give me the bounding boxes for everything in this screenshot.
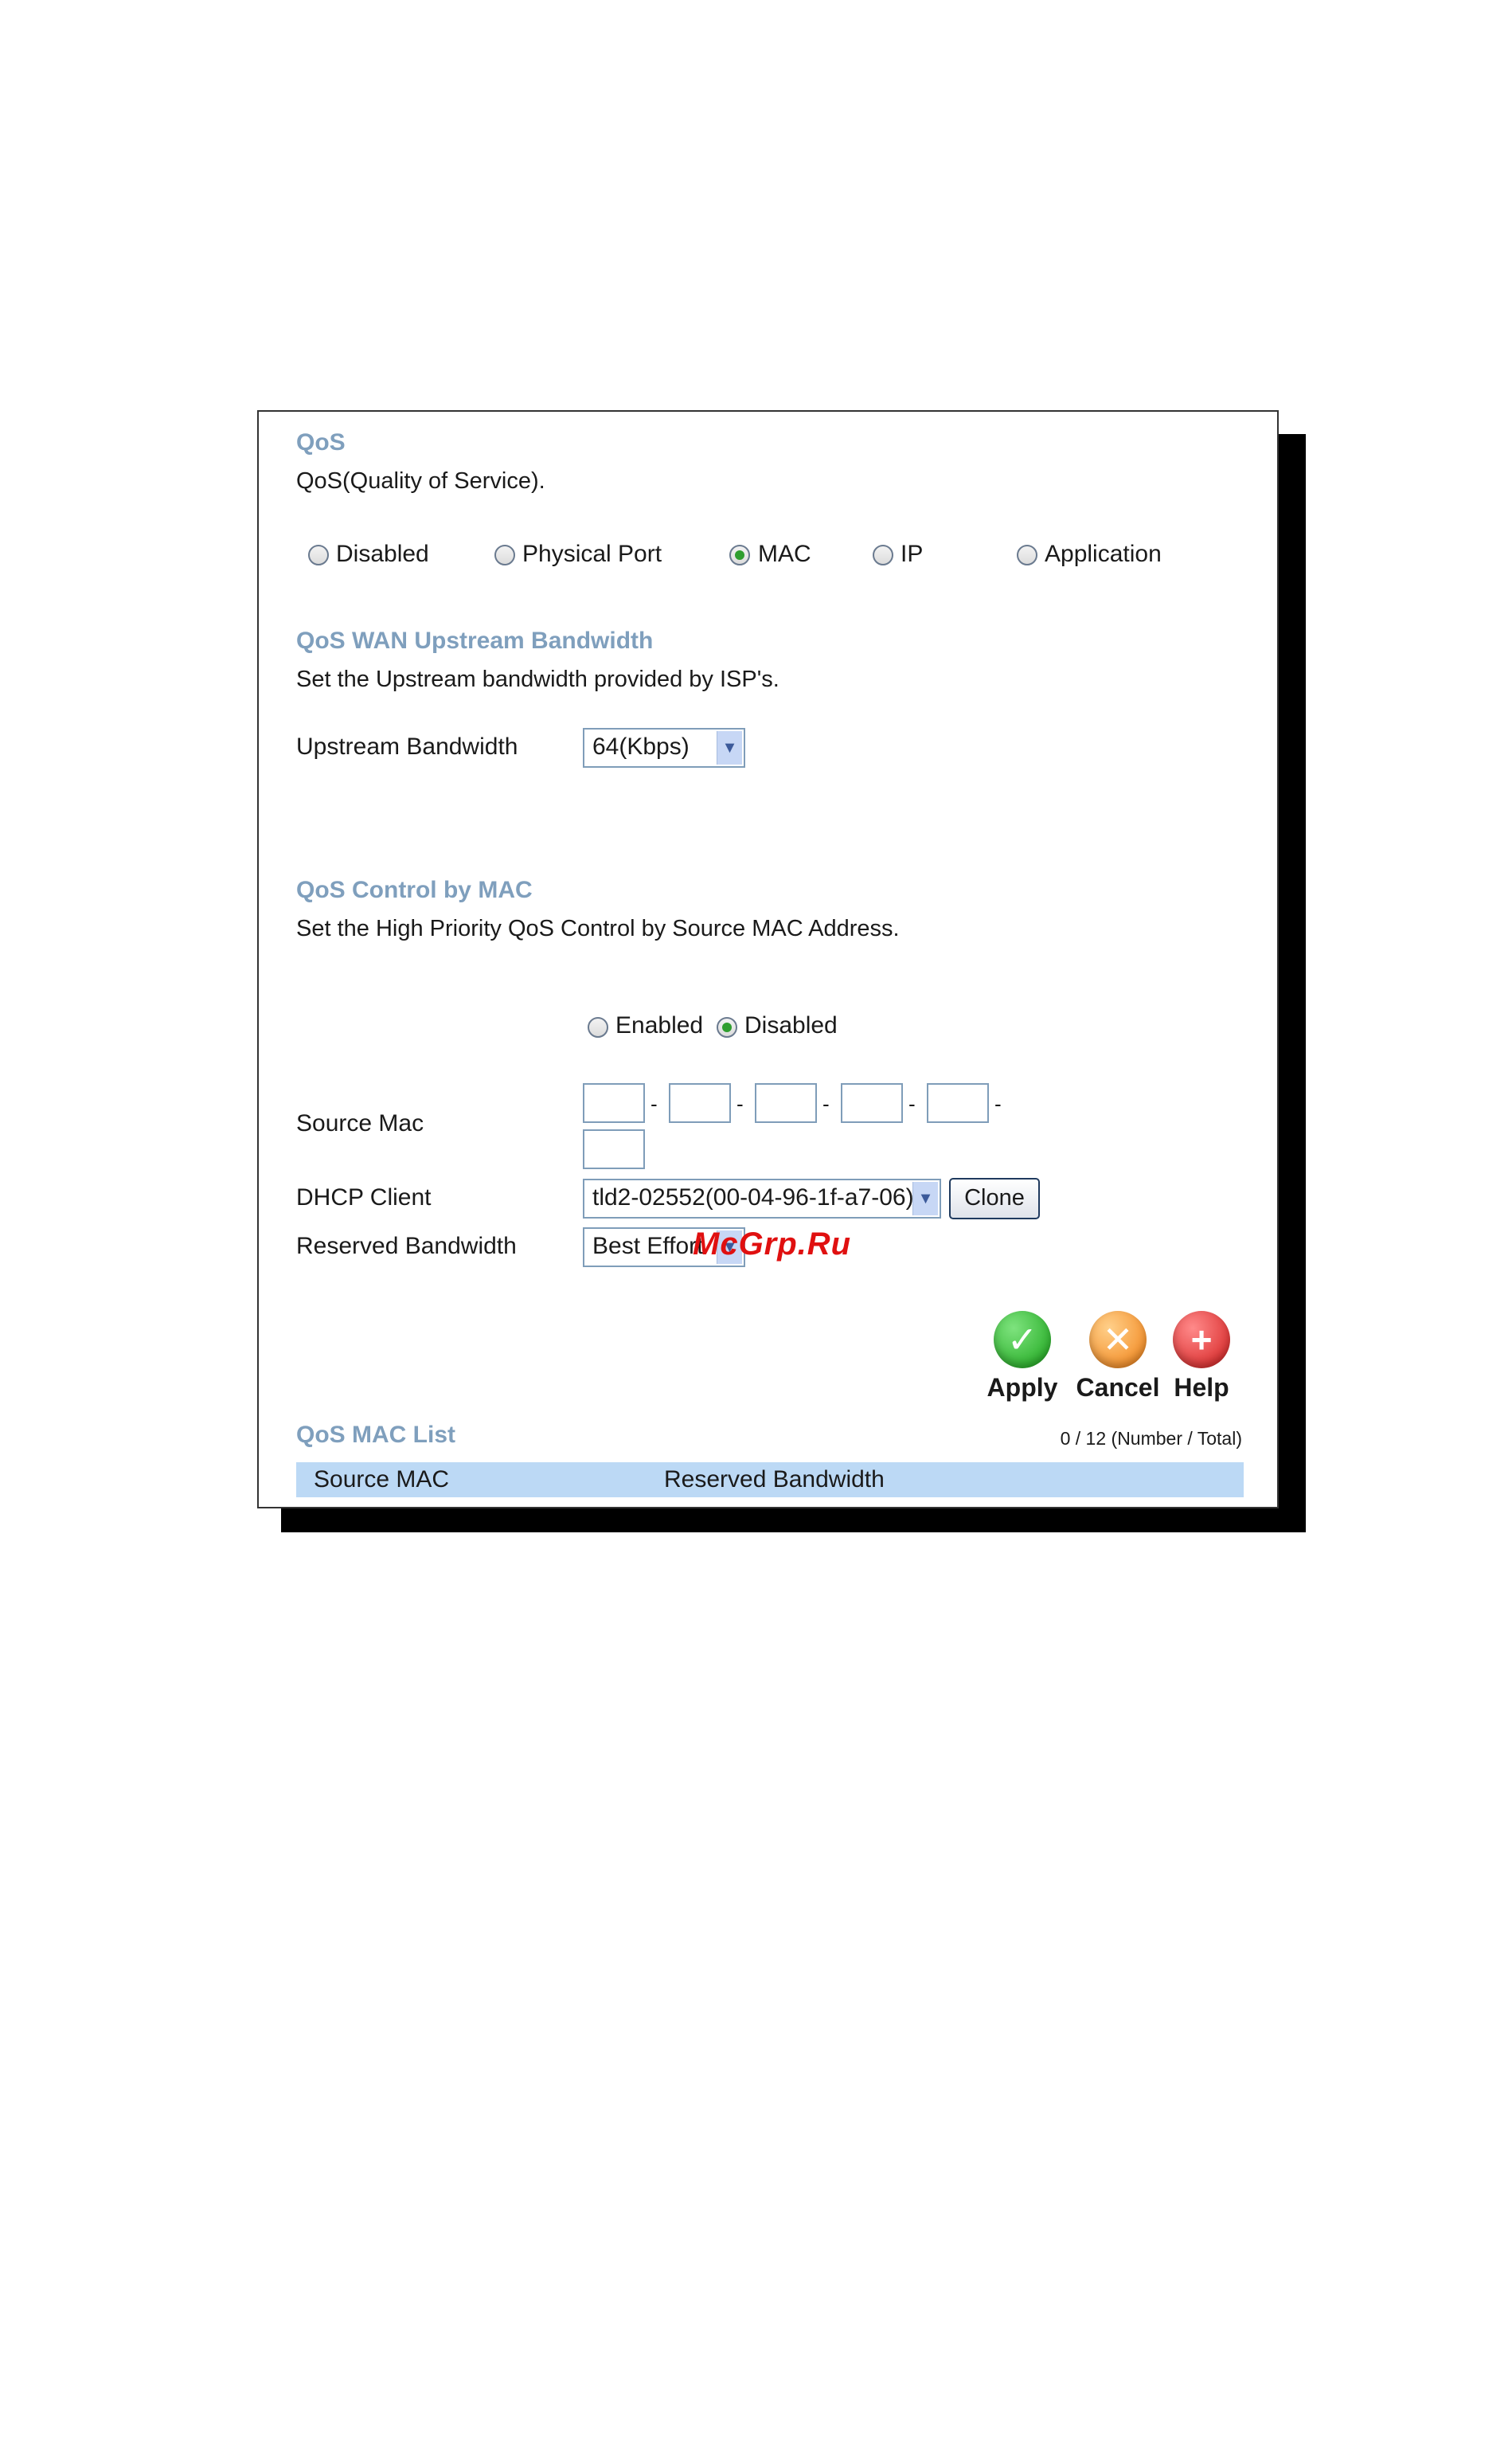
column-header-source-mac: Source MAC bbox=[314, 1466, 450, 1493]
clone-button[interactable]: Clone bbox=[949, 1178, 1040, 1219]
radio-icon[interactable] bbox=[717, 1017, 737, 1038]
reserved-bandwidth-value: Best Effort bbox=[592, 1233, 704, 1259]
cancel-x-icon: ✕ bbox=[1089, 1311, 1147, 1368]
mac-control-title: QoS Control by MAC bbox=[296, 877, 533, 903]
help-button[interactable]: + Help bbox=[1162, 1311, 1241, 1403]
qos-mode-label: Disabled bbox=[336, 541, 429, 567]
upstream-bandwidth-value: 64(Kbps) bbox=[592, 734, 690, 760]
dhcp-client-value: tld2-02552(00-04-96-1f-a7-06) bbox=[592, 1184, 914, 1211]
radio-icon[interactable] bbox=[494, 545, 515, 565]
radio-icon[interactable] bbox=[308, 545, 329, 565]
mac-separator: - bbox=[908, 1092, 916, 1116]
mac-list-count: 0 / 12 (Number / Total) bbox=[1060, 1428, 1242, 1449]
mac-list-header: Source MAC Reserved Bandwidth bbox=[296, 1462, 1244, 1497]
wan-description: Set the Upstream bandwidth provided by I… bbox=[296, 667, 779, 692]
qos-mode-label: Application bbox=[1045, 541, 1162, 567]
cancel-label: Cancel bbox=[1076, 1373, 1160, 1402]
reserved-bandwidth-label: Reserved Bandwidth bbox=[296, 1233, 517, 1259]
enabled-label: Enabled bbox=[615, 1012, 704, 1039]
mac-octet-3-input[interactable] bbox=[755, 1083, 817, 1123]
dhcp-client-select[interactable]: tld2-02552(00-04-96-1f-a7-06) ▼ bbox=[583, 1179, 941, 1219]
mac-list-title: QoS MAC List bbox=[296, 1422, 455, 1448]
upstream-bandwidth-select[interactable]: 64(Kbps) ▼ bbox=[583, 728, 745, 768]
mac-separator: - bbox=[994, 1092, 1002, 1116]
source-mac-label: Source Mac bbox=[296, 1110, 424, 1137]
checkmark-icon: ✓ bbox=[994, 1311, 1051, 1368]
watermark-text: McGrp.Ru bbox=[693, 1226, 852, 1262]
mac-control-description: Set the High Priority QoS Control by Sou… bbox=[296, 916, 900, 941]
radio-icon[interactable] bbox=[588, 1017, 608, 1038]
apply-button[interactable]: ✓ Apply bbox=[979, 1311, 1066, 1403]
cancel-button[interactable]: ✕ Cancel bbox=[1074, 1311, 1162, 1403]
wan-section-title: QoS WAN Upstream Bandwidth bbox=[296, 628, 654, 654]
mac-octet-2-input[interactable] bbox=[669, 1083, 731, 1123]
column-header-reserved-bandwidth: Reserved Bandwidth bbox=[664, 1466, 885, 1493]
qos-description: QoS(Quality of Service). bbox=[296, 468, 545, 494]
radio-icon[interactable] bbox=[729, 545, 750, 565]
qos-mode-label: IP bbox=[901, 541, 924, 567]
upstream-bandwidth-label: Upstream Bandwidth bbox=[296, 734, 518, 760]
mac-separator: - bbox=[651, 1092, 658, 1116]
mac-octet-1-input[interactable] bbox=[583, 1083, 645, 1123]
plus-cross-icon: + bbox=[1173, 1311, 1230, 1368]
radio-icon[interactable] bbox=[873, 545, 893, 565]
mac-separator: - bbox=[736, 1092, 744, 1116]
disabled-label: Disabled bbox=[744, 1012, 838, 1039]
qos-mode-label: Physical Port bbox=[522, 541, 662, 567]
qos-settings-panel: QoS QoS(Quality of Service). Disabled Ph… bbox=[257, 410, 1279, 1508]
qos-title: QoS bbox=[296, 429, 346, 456]
radio-icon[interactable] bbox=[1017, 545, 1037, 565]
dhcp-client-label: DHCP Client bbox=[296, 1184, 432, 1211]
mac-octet-4-input[interactable] bbox=[841, 1083, 903, 1123]
qos-mode-label: MAC bbox=[758, 541, 811, 567]
help-label: Help bbox=[1174, 1373, 1229, 1402]
mac-separator: - bbox=[822, 1092, 830, 1116]
chevron-down-icon[interactable]: ▼ bbox=[717, 731, 742, 765]
mac-octet-6-input[interactable] bbox=[583, 1129, 645, 1169]
chevron-down-icon[interactable]: ▼ bbox=[912, 1182, 938, 1215]
mac-octet-5-input[interactable] bbox=[927, 1083, 989, 1123]
apply-label: Apply bbox=[987, 1373, 1058, 1402]
